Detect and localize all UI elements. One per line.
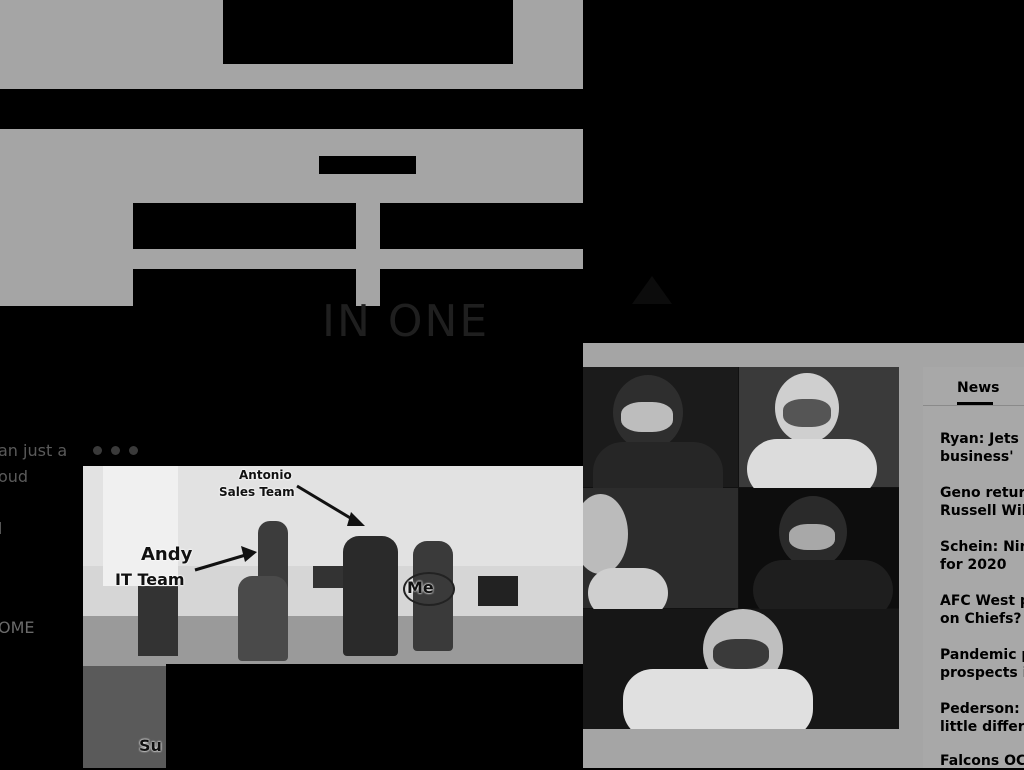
label-antonio-name: Antonio: [239, 468, 292, 482]
label-me: Me: [407, 578, 434, 597]
news-item-line-1: Schein: Nine: [940, 539, 1024, 555]
monitor-shape: [478, 576, 518, 606]
person-me: [343, 536, 398, 656]
label-antonio-team: Sales Team: [219, 485, 295, 499]
left-text-line-2: oud: [0, 467, 29, 486]
tile-block-2[interactable]: [380, 203, 583, 249]
tab-news[interactable]: News: [957, 380, 999, 396]
football-collage-image: [583, 367, 899, 729]
news-item[interactable]: Falcons OC:: [940, 752, 1024, 770]
overlay-block: [166, 664, 583, 768]
office-meme-image: Antonio Sales Team Andy IT Team Me Su: [83, 466, 583, 768]
carousel-dot-3[interactable]: [129, 446, 138, 455]
news-item-line-2: business': [940, 449, 1014, 465]
news-item[interactable]: AFC West pro on Chiefs?: [940, 592, 1024, 628]
news-item-line-2: for 2020: [940, 557, 1007, 573]
news-item[interactable]: Ryan: Jets 'm business': [940, 430, 1024, 466]
label-andy-team: IT Team: [115, 570, 185, 589]
top-banner-block: [223, 0, 513, 64]
news-item[interactable]: Pandemic pu prospects in: [940, 646, 1024, 682]
news-item-line-2: on Chiefs?: [940, 611, 1022, 627]
news-item-line-2: Russell Wilso: [940, 503, 1024, 519]
collage-tile-3: [583, 488, 738, 618]
news-item-line-1: Geno returnin: [940, 485, 1024, 501]
arrow-andy: [194, 546, 257, 572]
arrow-antonio: [296, 484, 365, 526]
news-item-line-1: Pederson: Ea: [940, 701, 1024, 717]
left-text-line-3: l: [0, 519, 3, 538]
news-item-line-1: Ryan: Jets 'm: [940, 431, 1024, 447]
collage-tile-1: [583, 367, 738, 522]
carousel-dot-2[interactable]: [111, 446, 120, 455]
news-item-line-2: prospects in: [940, 665, 1024, 681]
right-top-shape: [632, 276, 672, 304]
collage-tile-5: [583, 609, 899, 729]
carousel-dot-1[interactable]: [93, 446, 102, 455]
tab-news-indicator: [957, 402, 993, 405]
news-tab-bar-border: [923, 405, 1024, 406]
office-window: [103, 466, 178, 586]
small-block: [319, 156, 416, 174]
collage-tile-4: [739, 488, 899, 620]
news-item[interactable]: Geno returnin Russell Wilso: [940, 484, 1024, 520]
label-su: Su: [139, 736, 162, 755]
person-seated: [238, 576, 288, 661]
nav-bar: [0, 89, 583, 129]
tile-block-1[interactable]: [133, 203, 356, 249]
news-item[interactable]: Pederson: Ea little differen: [940, 700, 1024, 736]
home-link[interactable]: OME: [0, 618, 35, 637]
chair-shape: [138, 586, 178, 656]
news-item-line-2: little differen: [940, 719, 1024, 735]
monitor-shape-2: [313, 566, 343, 588]
label-andy-name: Andy: [141, 544, 193, 565]
left-text-line-1: an just a: [0, 441, 68, 460]
news-item[interactable]: Schein: Nine for 2020: [940, 538, 1024, 574]
news-item-line-1: Falcons OC:: [940, 753, 1024, 769]
news-item-line-1: Pandemic pu: [940, 647, 1024, 663]
hero-heading: IN ONE: [322, 296, 490, 347]
news-item-line-1: AFC West pro: [940, 593, 1024, 609]
collage-tile-2: [739, 367, 899, 499]
